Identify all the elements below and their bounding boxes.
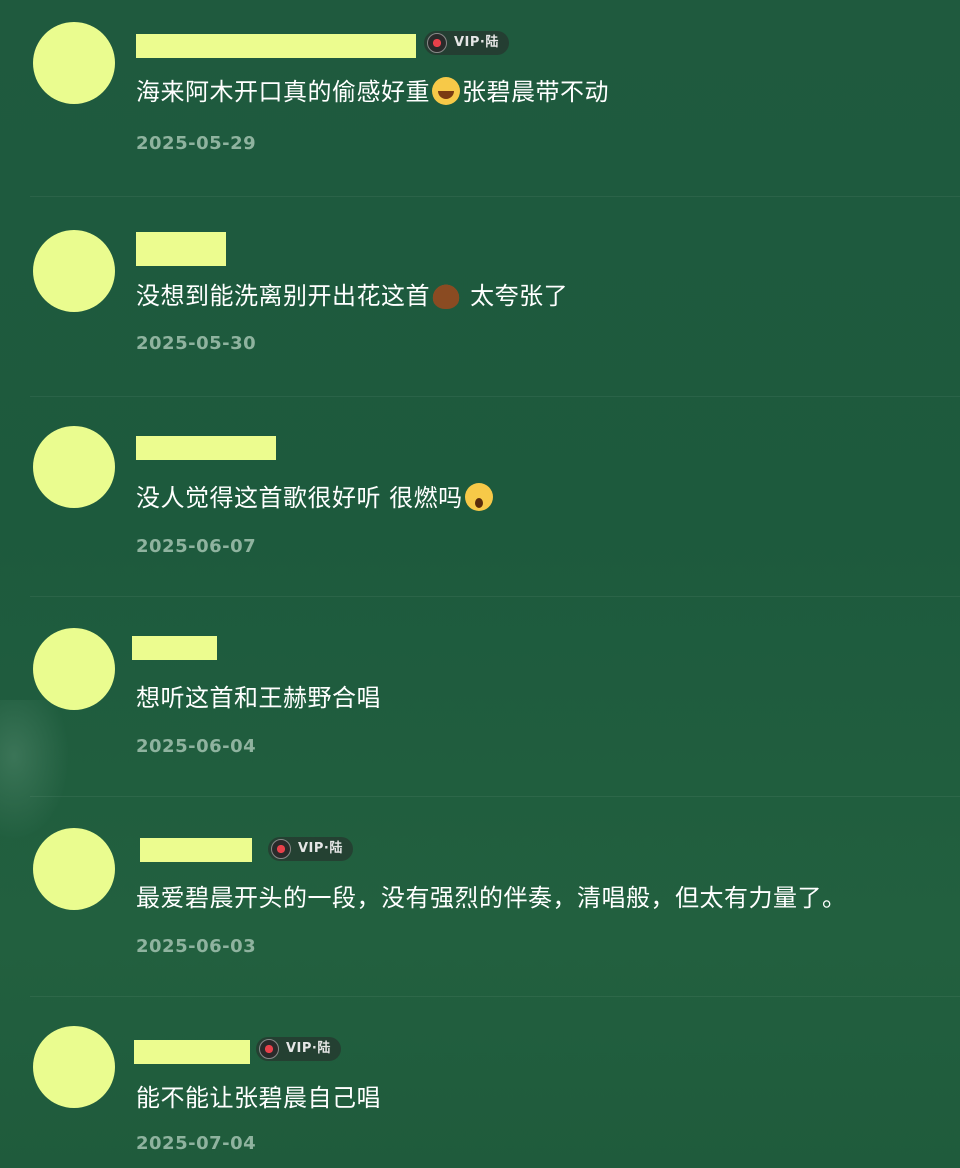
comment-text: 最爱碧晨开头的一段，没有强烈的伴奏，清唱般，但太有力量了。 [136, 884, 847, 912]
comment-item[interactable]: 没想到能洗离别开出花这首 太夸张了 2025-05-30 [0, 200, 960, 400]
username-redacted[interactable] [136, 34, 416, 58]
laughing-crying-emoji-icon [432, 77, 460, 105]
vinyl-disc-icon [427, 33, 447, 53]
divider [30, 396, 960, 397]
comment-item[interactable]: VIP·陆 海来阿木开口真的偷感好重 张碧晨带不动 2025-05-29 [0, 0, 960, 200]
comment-item[interactable]: VIP·陆 能不能让张碧晨自己唱 2025-07-04 [0, 1000, 960, 1168]
comment-item[interactable]: 没人觉得这首歌很好听 很燃吗 2025-06-07 [0, 400, 960, 600]
divider [30, 996, 960, 997]
comment-date: 2025-06-03 [136, 936, 257, 957]
comment-text: 想听这首和王赫野合唱 [136, 684, 381, 712]
avatar[interactable] [33, 22, 115, 104]
divider [30, 596, 960, 597]
vinyl-disc-icon [271, 839, 291, 859]
divider [30, 196, 960, 197]
avatar[interactable] [33, 426, 115, 508]
comment-text: 没想到能洗离别开出花这首 太夸张了 [136, 281, 569, 310]
username-redacted[interactable] [136, 436, 276, 460]
poop-emoji-icon [432, 281, 460, 309]
vinyl-disc-icon [259, 1039, 279, 1059]
comment-text: 没人觉得这首歌很好听 很燃吗 [136, 478, 495, 513]
vip-badge[interactable]: VIP·陆 [268, 837, 353, 861]
avatar[interactable] [33, 828, 115, 910]
vip-badge[interactable]: VIP·陆 [424, 31, 509, 55]
comment-date: 2025-05-29 [136, 133, 257, 154]
comment-item[interactable]: VIP·陆 最爱碧晨开头的一段，没有强烈的伴奏，清唱般，但太有力量了。 2025… [0, 800, 960, 1000]
comment-text: 海来阿木开口真的偷感好重 张碧晨带不动 [136, 77, 609, 106]
screaming-face-emoji-icon [464, 483, 493, 511]
avatar[interactable] [33, 628, 115, 710]
username-redacted[interactable] [136, 232, 226, 266]
username-redacted[interactable] [140, 838, 252, 862]
comment-date: 2025-05-30 [136, 333, 257, 354]
comment-date: 2025-06-07 [136, 536, 257, 557]
comment-text: 能不能让张碧晨自己唱 [136, 1084, 381, 1112]
username-redacted[interactable] [134, 1040, 250, 1064]
vip-badge[interactable]: VIP·陆 [256, 1037, 341, 1061]
comment-item[interactable]: 想听这首和王赫野合唱 2025-06-04 [0, 600, 960, 800]
comment-date: 2025-06-04 [136, 736, 257, 757]
divider [30, 796, 960, 797]
avatar[interactable] [33, 1026, 115, 1108]
username-redacted[interactable] [132, 636, 217, 660]
comment-date: 2025-07-04 [136, 1133, 257, 1154]
avatar[interactable] [33, 230, 115, 312]
